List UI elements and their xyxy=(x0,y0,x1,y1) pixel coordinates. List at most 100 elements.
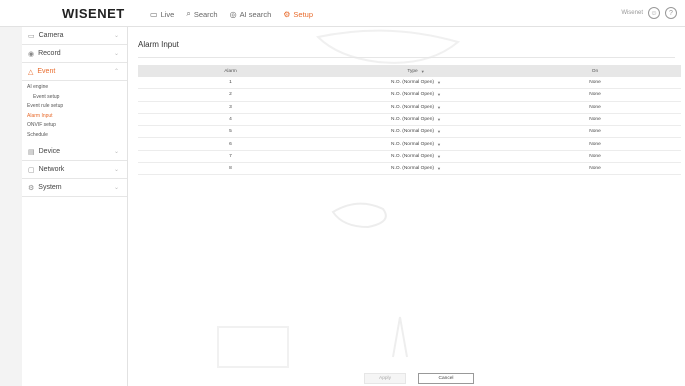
nav-live[interactable]: ▭ Live xyxy=(150,9,174,19)
nav-ai-search[interactable]: ◎ AI search xyxy=(230,9,272,19)
menu-event[interactable]: △ Event ⌃ xyxy=(22,63,127,81)
table-row: 1 N.O. (Normal Open) ▼ None xyxy=(138,77,681,90)
alarm-number: 7 xyxy=(229,153,232,159)
on-value[interactable]: None xyxy=(509,129,681,134)
column-alarm: Alarm xyxy=(224,68,237,74)
caret-down-icon: ▼ xyxy=(436,129,441,135)
caret-down-icon: ▼ xyxy=(436,166,441,172)
type-value: N.O. (Normal Open) xyxy=(391,166,434,172)
alarm-number: 1 xyxy=(229,80,232,86)
setup-icon: ⚙ xyxy=(283,9,291,19)
on-value[interactable]: None xyxy=(509,142,681,147)
menu-record[interactable]: ◉ Record ⌄ xyxy=(22,45,127,63)
on-value[interactable]: None xyxy=(509,117,681,122)
wisenet-logo: WISENET xyxy=(62,6,125,21)
menu-network-label: Network xyxy=(38,166,65,173)
type-value: N.O. (Normal Open) xyxy=(391,129,434,135)
alarm-input-table: Alarm Type ▼ On 1 N.O. (Normal Open) ▼ No… xyxy=(138,65,681,176)
type-value: N.O. (Normal Open) xyxy=(391,117,434,123)
type-select[interactable]: N.O. (Normal Open) ▼ xyxy=(391,117,441,122)
chevron-down-icon: ⌄ xyxy=(113,33,119,39)
table-row: 7 N.O. (Normal Open) ▼ None xyxy=(138,151,681,164)
alarm-number: 3 xyxy=(229,104,232,110)
alarm-number: 4 xyxy=(229,117,232,123)
menu-record-label: Record xyxy=(38,50,61,57)
title-divider xyxy=(138,57,675,58)
submenu-event-rule-setup[interactable]: Event rule setup xyxy=(27,102,127,112)
user-label[interactable]: Wisenet xyxy=(621,10,643,16)
type-value: N.O. (Normal Open) xyxy=(391,92,434,98)
table-row: 6 N.O. (Normal Open) ▼ None xyxy=(138,138,681,151)
type-select[interactable]: N.O. (Normal Open) ▼ xyxy=(391,92,441,97)
apply-button[interactable]: Apply xyxy=(364,373,406,384)
menu-camera[interactable]: ▭ Camera ⌄ xyxy=(22,27,127,45)
cancel-button[interactable]: Cancel xyxy=(418,373,474,384)
type-select[interactable]: N.O. (Normal Open) ▼ xyxy=(391,142,441,147)
submenu-alarm-input[interactable]: Alarm Input xyxy=(27,112,127,122)
main-panel: Alarm Input Alarm Type ▼ On 1 N.O. (Norm… xyxy=(128,27,685,386)
network-icon: ▢ xyxy=(28,166,35,174)
camera-icon: ▭ xyxy=(28,32,35,40)
nav-search-label: Search xyxy=(193,9,218,19)
menu-device[interactable]: ▤ Device ⌄ xyxy=(22,143,127,161)
column-on: On xyxy=(591,68,599,74)
table-row: 8 N.O. (Normal Open) ▼ None xyxy=(138,163,681,176)
submenu-event-setup[interactable]: Event setup xyxy=(27,93,127,103)
event-submenu: AI engine Event setup Event rule setup A… xyxy=(22,81,127,143)
nav-ai-search-label: AI search xyxy=(239,9,272,19)
on-value[interactable]: None xyxy=(509,92,681,97)
column-type: Type ▼ xyxy=(323,69,509,74)
type-select[interactable]: N.O. (Normal Open) ▼ xyxy=(391,154,441,159)
type-header-select[interactable]: Type ▼ xyxy=(407,69,424,74)
type-select[interactable]: N.O. (Normal Open) ▼ xyxy=(391,129,441,134)
menu-system-label: System xyxy=(38,184,62,191)
user-icon[interactable]: ☺ xyxy=(648,7,660,19)
caret-down-icon: ▼ xyxy=(436,153,441,159)
main-nav: ▭ Live ⌕ Search ◎ AI search ⚙ Setup xyxy=(150,9,313,19)
caret-down-icon: ▼ xyxy=(436,117,441,123)
menu-camera-label: Camera xyxy=(38,32,64,39)
nav-setup-label: Setup xyxy=(293,9,314,19)
table-row: 3 N.O. (Normal Open) ▼ None xyxy=(138,102,681,114)
search-icon: ⌕ xyxy=(186,9,191,18)
nav-search[interactable]: ⌕ Search xyxy=(186,9,217,19)
menu-event-label: Event xyxy=(37,68,56,75)
menu-network[interactable]: ▢ Network ⌄ xyxy=(22,161,127,179)
on-value[interactable]: None xyxy=(509,166,681,171)
on-value[interactable]: None xyxy=(509,154,681,159)
caret-down-icon: ▼ xyxy=(436,141,441,147)
table-row: 5 N.O. (Normal Open) ▼ None xyxy=(138,126,681,139)
ai-search-icon: ◎ xyxy=(229,9,237,19)
table-header: Alarm Type ▼ On xyxy=(138,65,681,77)
setup-sidebar: ▭ Camera ⌄ ◉ Record ⌄ △ Event ⌃ AI engin… xyxy=(22,27,128,386)
type-value: N.O. (Normal Open) xyxy=(391,104,434,110)
chevron-down-icon: ⌄ xyxy=(113,167,119,173)
type-select[interactable]: N.O. (Normal Open) ▼ xyxy=(391,166,441,171)
on-value[interactable]: None xyxy=(509,105,681,110)
nav-live-label: Live xyxy=(160,9,175,19)
nav-setup[interactable]: ⚙ Setup xyxy=(283,9,313,19)
submenu-ai-engine[interactable]: AI engine xyxy=(27,83,127,93)
on-value[interactable]: None xyxy=(509,80,681,85)
chevron-down-icon: ⌄ xyxy=(113,51,119,57)
menu-device-label: Device xyxy=(38,148,61,155)
record-icon: ◉ xyxy=(28,50,35,58)
type-select[interactable]: N.O. (Normal Open) ▼ xyxy=(391,105,441,110)
caret-down-icon: ▼ xyxy=(436,92,441,98)
live-icon: ▭ xyxy=(150,9,158,19)
submenu-onvif-setup[interactable]: ONVIF setup xyxy=(27,121,127,131)
event-icon: △ xyxy=(28,68,34,76)
submenu-schedule[interactable]: Schedule xyxy=(27,131,127,141)
chevron-down-icon: ⌄ xyxy=(113,185,119,191)
menu-system[interactable]: ⚙ System ⌄ xyxy=(22,179,127,197)
type-value: N.O. (Normal Open) xyxy=(391,80,434,86)
top-bar: WISENET ▭ Live ⌕ Search ◎ AI search ⚙ Se… xyxy=(0,0,685,27)
alarm-number: 5 xyxy=(229,129,232,135)
column-type-label: Type xyxy=(407,68,418,74)
table-row: 4 N.O. (Normal Open) ▼ None xyxy=(138,114,681,127)
caret-down-icon: ▼ xyxy=(436,104,441,110)
help-icon[interactable]: ? xyxy=(665,7,677,19)
type-select[interactable]: N.O. (Normal Open) ▼ xyxy=(391,80,441,85)
device-icon: ▤ xyxy=(28,148,35,156)
type-value: N.O. (Normal Open) xyxy=(391,141,434,147)
